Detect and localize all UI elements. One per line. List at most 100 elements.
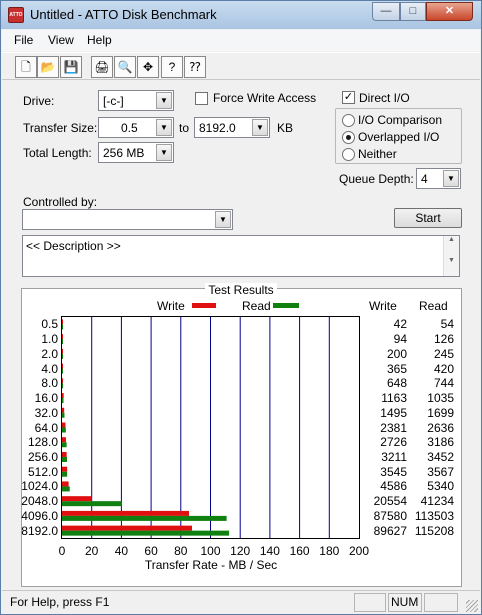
io-mode-label-1: Overlapped I/O: [358, 130, 440, 144]
bar-write-16.0: [62, 393, 64, 399]
controlled-by-select[interactable]: ▼: [22, 209, 233, 230]
app-icon: ATTO: [8, 7, 24, 23]
write-value: 94: [393, 332, 407, 347]
print-preview-icon[interactable]: 🔍: [114, 56, 136, 78]
category-label: 1024.0: [21, 479, 58, 494]
category-label: 0.5: [41, 317, 58, 332]
category-label: 4.0: [41, 361, 58, 376]
category-label: 2.0: [41, 346, 58, 361]
bar-write-4.0: [62, 363, 63, 369]
category-label: 8192.0: [21, 523, 58, 538]
bar-read-32.0: [62, 412, 65, 418]
x-tick-label: 40: [114, 544, 129, 558]
test-results-title: Test Results: [1, 283, 481, 297]
legend-read-label: Read: [242, 299, 271, 313]
read-value: 113503: [414, 508, 454, 523]
category-label: 1.0: [41, 332, 58, 347]
category-label: 8.0: [41, 376, 58, 391]
bar-write-2048.0: [62, 496, 92, 502]
bar-read-8192.0: [62, 530, 230, 536]
x-tick-label: 200: [348, 544, 370, 558]
chevron-down-icon: ▼: [156, 119, 172, 136]
status-num: NUM: [388, 593, 422, 612]
maximize-button[interactable]: □: [400, 2, 426, 21]
to-label: to: [179, 121, 190, 135]
legend-read-swatch: [273, 303, 299, 308]
transfer-to-value: 8192.0: [199, 121, 236, 135]
write-value: 1163: [381, 391, 407, 406]
bar-write-2.0: [62, 348, 63, 354]
bar-read-64.0: [62, 427, 66, 433]
force-write-checkbox[interactable]: [195, 92, 208, 105]
write-value: 3545: [380, 464, 407, 479]
write-value: 87580: [373, 508, 407, 523]
queue-depth-label: Queue Depth:: [339, 172, 414, 186]
x-tick-label: 180: [319, 544, 340, 558]
status-bar: For Help, press F1 NUM: [2, 590, 480, 614]
bar-read-16.0: [62, 398, 64, 404]
chevron-down-icon: ▼: [156, 92, 172, 109]
open-icon[interactable]: 📂: [37, 56, 59, 78]
read-column-header: Read: [419, 299, 448, 313]
legend-write-swatch: [192, 303, 216, 308]
queue-depth-value: 4: [421, 172, 428, 186]
chevron-down-icon: ▼: [443, 170, 459, 187]
x-axis-label: Transfer Rate - MB / Sec: [144, 558, 278, 572]
queue-depth-select[interactable]: 4 ▼: [416, 168, 461, 189]
x-tick-label: 100: [200, 544, 221, 558]
transfer-rate-chart: [61, 316, 360, 539]
read-value: 3567: [427, 464, 454, 479]
resize-grip[interactable]: [466, 600, 478, 612]
total-length-select[interactable]: 256 MB ▼: [98, 142, 174, 163]
x-tick-label: 160: [289, 544, 310, 558]
io-mode-radio-1[interactable]: [342, 131, 355, 144]
save-icon[interactable]: 💾: [60, 56, 82, 78]
status-pane-3: [424, 593, 458, 612]
title-bar[interactable]: ATTO Untitled - ATTO Disk Benchmark — □ …: [1, 1, 481, 29]
x-tick-label: 60: [144, 544, 158, 558]
category-label: 256.0: [27, 449, 58, 464]
read-value: 245: [433, 346, 454, 361]
kb-label: KB: [277, 121, 294, 135]
menu-view[interactable]: View: [48, 33, 74, 47]
x-tick-label: 20: [85, 544, 99, 558]
x-tick-label: 120: [230, 544, 251, 558]
transfer-size-to-select[interactable]: 8192.0 ▼: [194, 117, 270, 138]
read-value: 41234: [420, 494, 454, 509]
print-icon[interactable]: 🖨: [91, 56, 113, 78]
bar-write-64.0: [62, 422, 66, 428]
bar-read-2048.0: [62, 501, 122, 507]
bar-write-8192.0: [62, 525, 192, 531]
transfer-size-label: Transfer Size:: [23, 121, 98, 135]
drive-select[interactable]: [-c-] ▼: [98, 90, 174, 111]
menu-file[interactable]: File: [14, 33, 33, 47]
read-value: 1035: [427, 391, 454, 406]
read-value: 115208: [414, 523, 454, 538]
description-box[interactable]: << Description >> ▲ ▼: [22, 235, 460, 277]
direct-io-checkbox[interactable]: ✓: [342, 91, 355, 104]
write-value: 1495: [380, 405, 407, 420]
bar-read-128.0: [62, 442, 67, 448]
read-value: 126: [433, 332, 454, 347]
move-icon[interactable]: ✥: [137, 56, 159, 78]
read-value: 420: [433, 361, 454, 376]
io-mode-radio-2[interactable]: [342, 148, 355, 161]
bar-read-0.5: [62, 324, 63, 330]
x-tick-label: 140: [259, 544, 280, 558]
io-mode-radio-0[interactable]: [342, 114, 355, 127]
description-scrollbar[interactable]: ▲ ▼: [443, 236, 459, 276]
minimize-button[interactable]: —: [372, 2, 400, 21]
menu-help[interactable]: Help: [87, 33, 112, 47]
write-value: 2726: [380, 435, 407, 450]
about-icon[interactable]: ?: [161, 56, 183, 78]
transfer-size-from-select[interactable]: 0.5 ▼: [98, 117, 174, 138]
bar-write-256.0: [62, 451, 67, 457]
bar-read-2.0: [62, 353, 63, 359]
total-length-value: 256 MB: [103, 146, 145, 160]
context-help-icon[interactable]: ⁇: [184, 56, 206, 78]
new-icon[interactable]: 🗋: [15, 56, 37, 78]
close-button[interactable]: ✕: [426, 2, 473, 21]
chart-svg: [62, 317, 330, 538]
category-label: 64.0: [34, 420, 58, 435]
start-button[interactable]: Start: [394, 208, 462, 228]
